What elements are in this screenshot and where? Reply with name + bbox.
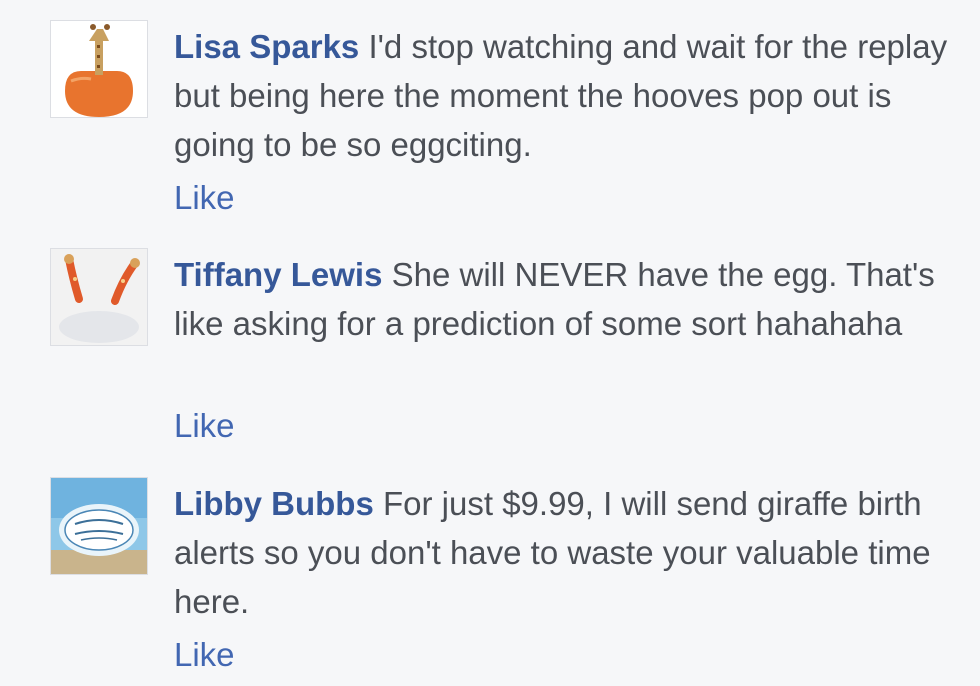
avatar[interactable]: [50, 248, 148, 346]
comment-body: Lisa Sparks I'd stop watching and wait f…: [174, 22, 964, 169]
comment-item: Tiffany Lewis She will NEVER have the eg…: [0, 248, 980, 458]
comment-body: Tiffany Lewis She will NEVER have the eg…: [174, 250, 964, 348]
like-link[interactable]: Like: [174, 635, 235, 675]
comment-author[interactable]: Tiffany Lewis: [174, 256, 382, 293]
comment-author[interactable]: Lisa Sparks: [174, 28, 359, 65]
comment-author[interactable]: Libby Bubbs: [174, 485, 374, 522]
beach-sign-avatar-icon: [51, 478, 147, 574]
comment-list: Lisa Sparks I'd stop watching and wait f…: [0, 0, 980, 686]
avatar[interactable]: [50, 20, 148, 118]
comment-body: Libby Bubbs For just $9.99, I will send …: [174, 479, 964, 626]
like-link[interactable]: Like: [174, 406, 235, 446]
giraffe-in-egg-avatar-icon: [51, 21, 147, 117]
like-link[interactable]: Like: [174, 178, 235, 218]
avatar[interactable]: [50, 477, 148, 575]
comment-item: Lisa Sparks I'd stop watching and wait f…: [0, 20, 980, 230]
comment-item: Libby Bubbs For just $9.99, I will send …: [0, 477, 980, 686]
giraffe-figures-avatar-icon: [51, 249, 147, 345]
